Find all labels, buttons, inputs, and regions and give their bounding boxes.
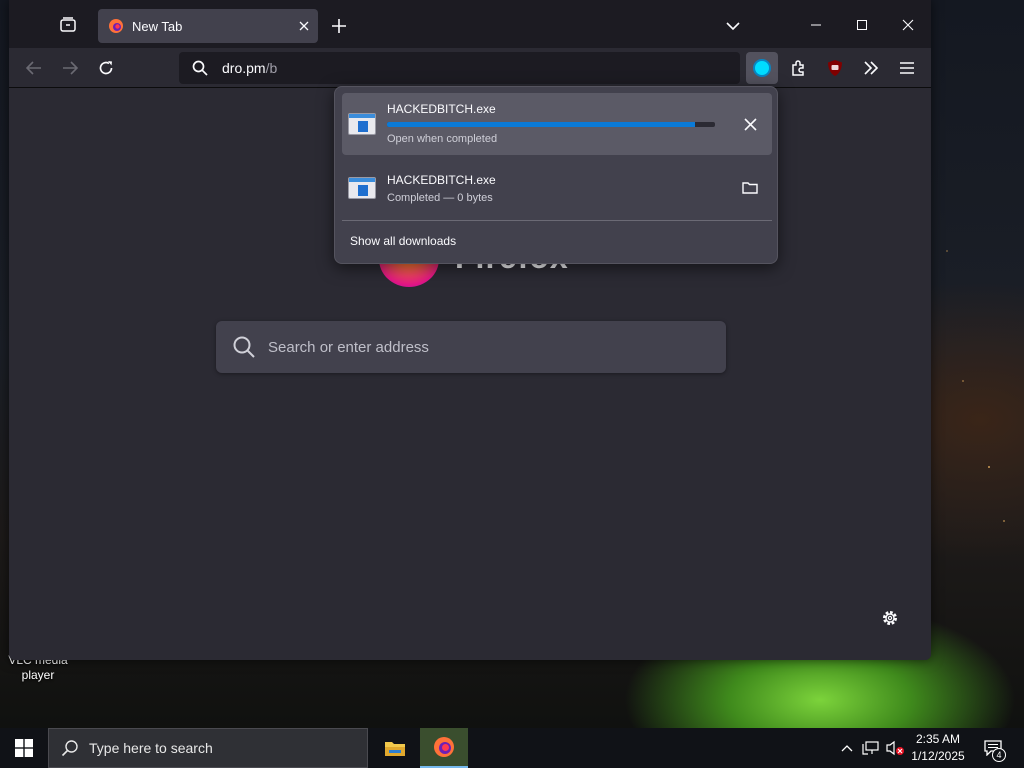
volume-tray-button[interactable] <box>884 736 906 760</box>
download-item-completed[interactable]: HACKEDBITCH.exe Completed — 0 bytes <box>342 159 772 221</box>
extensions-button[interactable] <box>785 54 813 82</box>
show-in-folder-button[interactable] <box>738 175 762 199</box>
taskbar-file-explorer[interactable] <box>371 728 419 768</box>
download-progress-indicator-icon <box>753 59 771 77</box>
download-progress-fill <box>387 122 696 127</box>
search-icon <box>61 740 78 757</box>
double-chevron-right-icon <box>864 61 879 75</box>
ublock-origin-button[interactable] <box>821 54 849 82</box>
download-filename: HACKEDBITCH.exe <box>387 173 496 187</box>
maximize-icon <box>857 20 867 30</box>
firefox-favicon-icon <box>109 19 123 33</box>
exe-file-icon <box>348 177 376 199</box>
list-all-tabs-button[interactable] <box>721 14 745 38</box>
download-filename: HACKEDBITCH.exe <box>387 102 496 116</box>
ublock-shield-icon <box>828 60 842 76</box>
clock-time: 2:35 AM <box>915 732 961 746</box>
tab-close-button[interactable] <box>290 12 318 40</box>
url-text: dro.pm/b <box>222 60 277 76</box>
taskbar-search-box[interactable]: Type here to search <box>48 728 368 768</box>
taskbar-firefox[interactable] <box>420 728 468 768</box>
file-explorer-icon <box>385 742 405 756</box>
app-menu-button[interactable] <box>893 54 921 82</box>
notification-count-badge: 4 <box>992 748 1006 762</box>
plus-icon <box>332 19 346 33</box>
search-placeholder: Search or enter address <box>268 338 429 356</box>
firefox-view-icon <box>60 17 76 32</box>
firefox-window: New Tab dro.pm/b Search or enter address… <box>9 0 931 660</box>
show-all-downloads-button[interactable]: Show all downloads <box>350 234 456 248</box>
minimize-icon <box>811 24 821 26</box>
chevron-down-icon <box>726 22 740 31</box>
address-bar[interactable]: dro.pm/b <box>179 52 740 84</box>
tab-new-tab[interactable]: New Tab <box>98 9 318 43</box>
more-tools-button[interactable] <box>857 54 885 82</box>
url-path: /b <box>265 60 278 76</box>
maximize-button[interactable] <box>847 10 877 40</box>
forward-button[interactable] <box>56 54 84 82</box>
downloads-panel: HACKEDBITCH.exe Open when completed HACK… <box>334 86 778 264</box>
window-close-button[interactable] <box>893 10 923 40</box>
tab-bar: New Tab <box>9 0 931 48</box>
folder-icon <box>742 181 758 194</box>
taskbar-clock[interactable]: 2:35 AM 1/12/2025 <box>906 731 970 765</box>
new-tab-search-box[interactable]: Search or enter address <box>216 321 726 373</box>
personalize-settings-button[interactable] <box>877 605 903 631</box>
show-hidden-icons-button[interactable] <box>836 736 858 760</box>
close-icon <box>902 19 914 31</box>
navigation-toolbar: dro.pm/b <box>9 48 931 88</box>
reload-icon <box>99 61 113 75</box>
puzzle-piece-icon <box>792 60 804 76</box>
network-icon <box>862 741 879 755</box>
network-tray-button[interactable] <box>860 736 882 760</box>
download-status: Completed — 0 bytes <box>387 192 493 204</box>
download-item-in-progress[interactable]: HACKEDBITCH.exe Open when completed <box>342 93 772 155</box>
clock-date: 1/12/2025 <box>911 749 965 763</box>
cancel-download-button[interactable] <box>738 112 762 136</box>
tab-title: New Tab <box>132 18 183 34</box>
close-icon <box>299 21 309 31</box>
firefox-icon <box>434 737 454 757</box>
new-tab-button[interactable] <box>327 14 351 38</box>
start-button[interactable] <box>0 728 48 768</box>
hamburger-menu-icon <box>900 62 914 74</box>
taskbar-search-placeholder: Type here to search <box>89 740 213 756</box>
arrow-left-icon <box>26 61 41 75</box>
search-icon <box>192 60 208 76</box>
windows-logo-icon <box>15 739 33 757</box>
exe-file-icon <box>348 113 376 135</box>
search-icon <box>233 336 255 358</box>
firefox-view-button[interactable] <box>57 14 79 36</box>
panel-divider <box>342 220 772 221</box>
back-button[interactable] <box>20 54 48 82</box>
url-host: dro.pm <box>222 60 266 76</box>
download-progress-bar <box>387 122 715 127</box>
gear-icon <box>883 611 897 625</box>
reload-button[interactable] <box>92 54 120 82</box>
arrow-right-icon <box>63 61 78 75</box>
windows-taskbar: Type here to search 2:35 AM 1/12/2025 4 <box>0 728 1024 768</box>
volume-muted-icon <box>886 740 904 756</box>
downloads-button[interactable] <box>746 52 778 84</box>
chevron-up-icon <box>841 745 853 752</box>
minimize-button[interactable] <box>801 10 831 40</box>
close-icon <box>743 117 757 131</box>
download-status: Open when completed <box>387 133 498 145</box>
